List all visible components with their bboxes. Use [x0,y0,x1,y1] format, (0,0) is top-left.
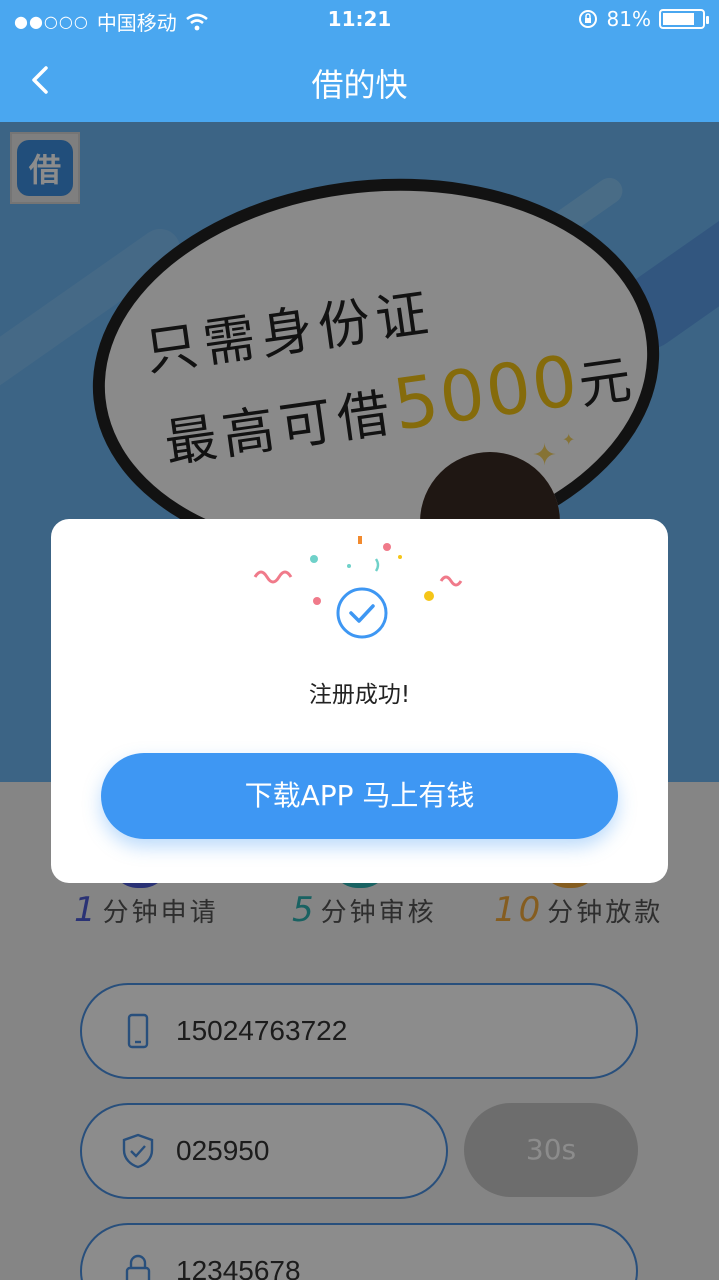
rotation-lock-icon [578,10,597,28]
battery-fill [663,13,694,25]
success-message: 注册成功! [308,682,411,708]
success-check-icon [336,587,388,639]
nav-bar: 借的快 [0,44,719,122]
battery-icon [659,9,709,29]
success-dialog: 注册成功! 下载APP 马上有钱 [51,519,668,883]
app-header: ●●○○○ 中国移动 11:21 81% 借的快 [0,0,719,122]
page-title: 借的快 [311,66,408,104]
status-bar: ●●○○○ 中国移动 11:21 81% [0,0,719,40]
battery-percent: 81% [606,7,651,31]
download-app-button[interactable]: 下载APP 马上有钱 [101,753,618,839]
